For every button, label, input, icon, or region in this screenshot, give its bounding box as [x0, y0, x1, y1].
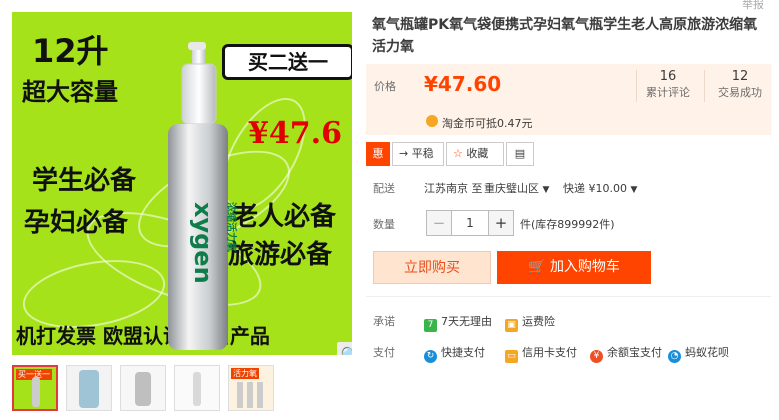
quantity-input[interactable]: 1	[452, 210, 488, 236]
payment-yuebao[interactable]: ¥ 余额宝支付	[590, 344, 662, 363]
favorite-button[interactable]: ☆ 收藏	[446, 142, 504, 166]
thumbnail-bottle	[79, 370, 99, 408]
payment-quick[interactable]: ↻ 快捷支付	[424, 344, 485, 363]
insurance-icon: ▣	[505, 319, 518, 332]
credit-card-icon: ▭	[505, 350, 518, 363]
huabei-icon: ◔	[668, 350, 681, 363]
report-link[interactable]: 举报	[742, 0, 764, 12]
qrcode-button[interactable]: ▤	[506, 142, 534, 166]
arrow-right-icon: →	[399, 147, 409, 160]
buy-now-button[interactable]: 立即购买	[373, 251, 491, 284]
star-icon: ☆	[453, 147, 463, 160]
reviews-count: 16	[659, 69, 677, 84]
destination-text: 重庆璧山区	[484, 182, 539, 195]
thumbnail-4[interactable]	[174, 365, 220, 411]
payment-credit-card[interactable]: ▭ 信用卡支付	[505, 344, 577, 363]
shipping-fee[interactable]: 快递 ¥10.00 ▼	[563, 180, 637, 196]
thumbnail-bottle	[257, 382, 263, 408]
sales-label: 交易成功	[718, 86, 762, 99]
shipping-text: 快递 ¥10.00	[563, 182, 627, 195]
promise-insurance-text: 运费险	[522, 315, 555, 328]
thumbnail-1[interactable]: 买一送一	[12, 365, 58, 411]
thumbnail-2[interactable]	[66, 365, 112, 411]
coin-icon	[426, 115, 438, 127]
thumbnail-bottle	[32, 377, 40, 407]
delivery-destination[interactable]: 重庆璧山区 ▼	[484, 180, 549, 196]
price-value: ¥47.60	[424, 72, 502, 96]
bottle-brand-text: xygen	[189, 202, 217, 284]
thumbnail-bottle	[237, 382, 243, 408]
thumbnail-bottle	[247, 382, 253, 408]
zoom-icon[interactable]: 🔍	[337, 342, 352, 355]
payment-huabei-text: 蚂蚁花呗	[685, 346, 729, 359]
chevron-down-icon: ▼	[542, 185, 550, 195]
favorite-label: 收藏	[466, 147, 489, 160]
quantity-label: 数量	[373, 218, 395, 231]
thumbnail-5[interactable]: 活力氧	[228, 365, 274, 411]
sales-count: 12	[731, 69, 749, 84]
thumbnail-caption: 活力氧	[231, 368, 259, 379]
tag-elderly: 老人必备	[232, 202, 337, 232]
cart-icon: 🛒	[528, 259, 546, 275]
price-panel: 价格 ¥47.60 16 累计评论 12 交易成功	[366, 64, 771, 109]
quick-pay-icon: ↻	[424, 350, 437, 363]
chevron-down-icon: ▼	[630, 185, 638, 195]
product-title: 氧气瓶罐PK氧气袋便携式孕妇氧气瓶学生老人高原旅游浓缩氧活力氧	[372, 17, 758, 55]
sales-stat[interactable]: 12 交易成功	[710, 69, 770, 100]
bottle-cn-text: 浓缩活力氧	[225, 202, 236, 252]
divider	[636, 70, 637, 102]
tag-students: 学生必备	[32, 166, 137, 196]
payment-label: 支付	[373, 346, 395, 359]
promo-badge: 买二送一	[222, 44, 352, 80]
coin-text: 淘金币可抵0.47元	[442, 117, 533, 130]
yuebao-icon: ¥	[590, 350, 603, 363]
thumbnail-3[interactable]	[120, 365, 166, 411]
section-divider	[366, 296, 771, 297]
stable-label: 平稳	[411, 147, 434, 160]
coin-row: 淘金币可抵0.47元	[366, 109, 771, 135]
thumbnail-bottle	[193, 372, 201, 406]
tag-pregnant: 孕妇必备	[24, 208, 129, 238]
promise-7day-text: 7天无理由	[441, 315, 492, 328]
stock-text: 件(库存899992件)	[520, 218, 615, 231]
tag-travel: 旅游必备	[228, 240, 333, 270]
promise-shipping-insurance[interactable]: ▣ 运费险	[505, 313, 555, 332]
delivery-label: 配送	[373, 182, 395, 195]
quantity-minus-button[interactable]: −	[426, 210, 452, 236]
qrcode-icon: ▤	[514, 147, 526, 160]
payment-yuebao-text: 余额宝支付	[607, 346, 662, 359]
promo-text: 买二送一	[248, 50, 328, 74]
capacity-sub-text: 超大容量	[22, 78, 118, 106]
payment-huabei[interactable]: ◔ 蚂蚁花呗	[668, 344, 729, 363]
stable-button[interactable]: → 平稳	[392, 142, 444, 166]
seven-day-icon: 7	[424, 319, 437, 332]
divider	[704, 70, 705, 102]
main-product-image[interactable]: 12升 超大容量 买二送一 ¥47.6 学生必备 孕妇必备 老人必备 旅游必备 …	[12, 12, 352, 355]
reviews-label: 累计评论	[646, 86, 690, 99]
payment-quick-text: 快捷支付	[441, 346, 485, 359]
add-to-cart-label: 加入购物车	[549, 259, 620, 275]
quantity-plus-button[interactable]: +	[488, 210, 514, 236]
price-label: 价格	[374, 80, 396, 93]
image-price-text: ¥47.6	[248, 116, 342, 151]
capacity-text: 12升	[32, 32, 109, 70]
delivery-from: 江苏南京 至	[424, 182, 483, 195]
add-to-cart-button[interactable]: 🛒 加入购物车	[497, 251, 651, 284]
promise-7day[interactable]: 7 7天无理由	[424, 313, 492, 332]
oxygen-bottle-image	[168, 42, 228, 350]
reviews-stat[interactable]: 16 累计评论	[638, 69, 698, 100]
promise-label: 承诺	[373, 315, 395, 328]
discount-icon[interactable]: 惠	[366, 142, 390, 166]
thumbnail-bottle	[135, 372, 151, 406]
payment-credit-text: 信用卡支付	[522, 346, 577, 359]
